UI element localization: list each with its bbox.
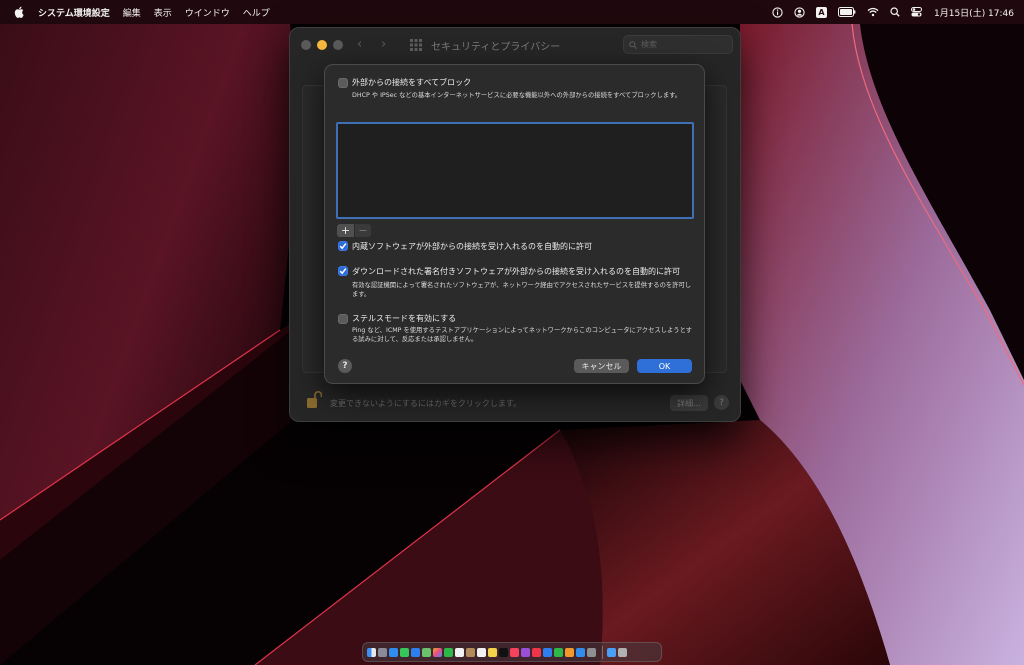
zoom-button[interactable] — [333, 40, 343, 50]
keynote-icon[interactable] — [543, 647, 552, 657]
block-all-checkbox[interactable] — [338, 78, 348, 88]
app-store-icon[interactable] — [576, 647, 585, 657]
control-center-icon[interactable] — [911, 7, 922, 17]
block-all-label: 外部からの接続をすべてブロック — [352, 78, 472, 87]
allow-signed-description: 有効な認証機関によって署名されたソフトウェアが、ネットワーク経由でアクセスされた… — [352, 282, 692, 298]
prefs-help-button[interactable]: ? — [714, 395, 729, 410]
add-app-button[interactable]: + — [337, 224, 354, 237]
podcasts-icon[interactable] — [521, 647, 530, 657]
chevron-right-icon[interactable]: › — [381, 37, 386, 52]
news-icon[interactable] — [532, 647, 541, 657]
allow-signed-checkbox[interactable] — [338, 266, 348, 276]
checkmark-icon — [339, 243, 347, 250]
menu-view[interactable]: 表示 — [154, 6, 172, 19]
reminders-icon[interactable] — [477, 647, 486, 657]
search-icon — [629, 40, 637, 49]
remove-app-button[interactable]: − — [355, 224, 371, 237]
system-preferences-icon[interactable] — [587, 647, 596, 657]
block-all-description: DHCP や IPSec などの基本インターネットサービスに必要な機能以外への外… — [352, 92, 682, 99]
ok-button[interactable]: OK — [637, 359, 692, 373]
spotlight-search-icon[interactable] — [890, 7, 900, 17]
stealth-mode-description: Ping など、ICMP を使用するテストアプリケーションによってネットワークか… — [352, 327, 692, 343]
numbers-icon[interactable] — [554, 647, 563, 657]
apple-tv-icon[interactable] — [499, 647, 508, 657]
stealth-mode-label: ステルスモードを有効にする — [352, 314, 457, 323]
calendar-icon[interactable] — [455, 647, 464, 657]
wifi-icon[interactable] — [867, 7, 879, 17]
battery-icon[interactable] — [838, 7, 856, 17]
dock — [362, 642, 662, 662]
advanced-button[interactable]: 詳細... — [670, 395, 708, 411]
window-title: セキュリティとプライバシー — [431, 42, 561, 53]
mail-icon[interactable] — [411, 647, 420, 657]
maps-icon[interactable] — [422, 647, 431, 657]
menu-bar: システム環境設定 編集 表示 ウインドウ ヘルプ A 1月15日(土) 17:4… — [0, 0, 1024, 24]
close-button[interactable] — [301, 40, 311, 50]
menu-edit[interactable]: 編集 — [123, 6, 141, 19]
menu-clock[interactable]: 1月15日(土) 17:46 — [934, 6, 1014, 19]
input-source-letter: A — [816, 6, 827, 18]
allow-builtin-label: 内蔵ソフトウェアが外部からの接続を受け入れるのを自動的に許可 — [352, 242, 592, 251]
sheet-help-button[interactable]: ? — [338, 359, 352, 373]
checkmark-icon — [339, 268, 347, 275]
trash-icon[interactable] — [618, 647, 627, 657]
apple-logo-icon[interactable] — [14, 6, 26, 18]
minimize-button[interactable] — [317, 40, 327, 50]
cancel-button[interactable]: キャンセル — [574, 359, 629, 373]
lock-instruction-text: 変更できないようにするにはカギをクリックします。 — [330, 399, 522, 408]
window-titlebar: ‹ › セキュリティとプライバシー 検索 — [290, 28, 740, 62]
menu-window[interactable]: ウインドウ — [185, 6, 230, 19]
search-placeholder: 検索 — [641, 40, 657, 49]
menu-help[interactable]: ヘルプ — [243, 6, 270, 19]
info-icon[interactable] — [772, 6, 783, 18]
music-icon[interactable] — [510, 647, 519, 657]
show-all-grid-icon[interactable] — [410, 39, 422, 51]
safari-icon[interactable] — [389, 647, 398, 657]
allow-signed-label: ダウンロードされた署名付きソフトウェアが外部からの接続を受け入れるのを自動的に許… — [352, 267, 680, 276]
lock-open-icon[interactable] — [306, 390, 322, 410]
facetime-icon[interactable] — [444, 647, 453, 657]
photos-icon[interactable] — [433, 647, 442, 657]
dock-separator — [602, 645, 603, 659]
stealth-mode-checkbox[interactable] — [338, 314, 348, 324]
contacts-icon[interactable] — [466, 647, 475, 657]
finder-icon[interactable] — [367, 647, 376, 657]
chevron-left-icon[interactable]: ‹ — [357, 37, 362, 52]
launchpad-icon[interactable] — [378, 647, 387, 657]
app-exceptions-list[interactable] — [336, 122, 694, 219]
user-circle-icon[interactable] — [794, 6, 805, 18]
menu-app-name[interactable]: システム環境設定 — [38, 6, 110, 19]
input-source-icon[interactable]: A — [816, 6, 827, 18]
pages-icon[interactable] — [565, 647, 574, 657]
notes-icon[interactable] — [488, 647, 497, 657]
allow-builtin-checkbox[interactable] — [338, 241, 348, 251]
search-field[interactable]: 検索 — [623, 35, 733, 54]
firewall-options-sheet: 外部からの接続をすべてブロック DHCP や IPSec などの基本インターネッ… — [324, 64, 705, 384]
messages-icon[interactable] — [400, 647, 409, 657]
downloads-folder-icon[interactable] — [607, 647, 616, 657]
